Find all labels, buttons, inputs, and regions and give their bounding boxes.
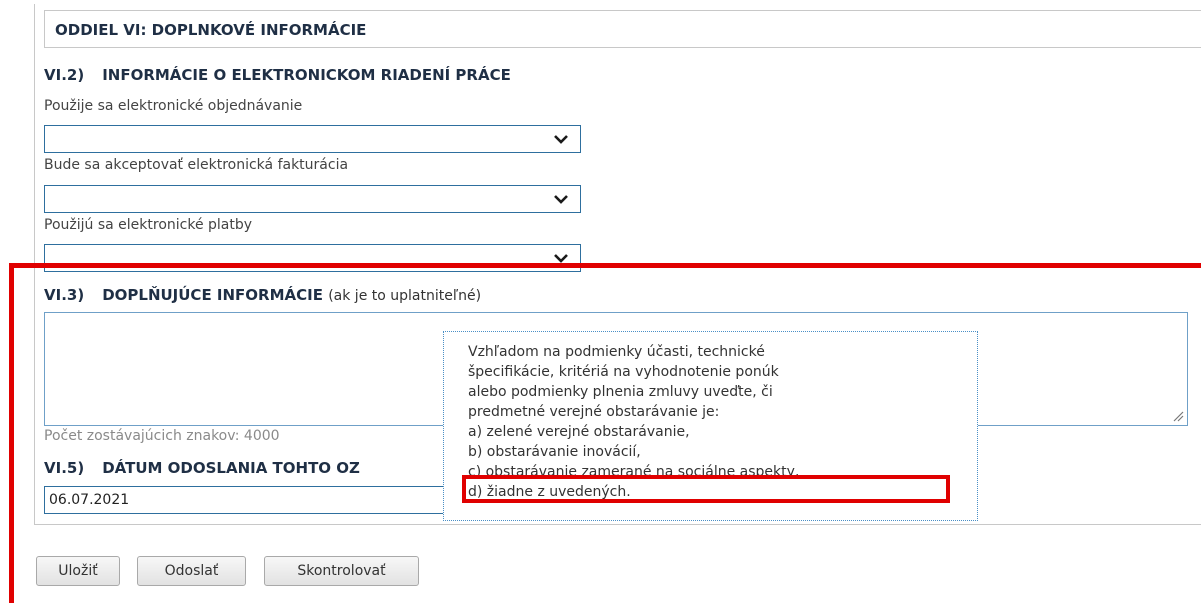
- tooltip-option-a: a) zelené verejné obstarávanie,: [468, 424, 690, 440]
- tooltip-option-d: d) žiadne z uvedených.: [468, 484, 631, 500]
- tooltip-line: špecifikácie, kritériá na vyhodnotenie p…: [468, 364, 779, 380]
- electronic-ordering-select[interactable]: [44, 125, 581, 153]
- help-tooltip: Vzhľadom na podmienky účasti, technické …: [443, 331, 978, 521]
- chevron-down-icon[interactable]: [554, 251, 568, 265]
- vi2-title: INFORMÁCIE O ELEKTRONICKOM RIADENÍ PRÁCE: [102, 66, 511, 84]
- vi2-number: VI.2): [44, 66, 85, 84]
- tooltip-option-c: c) obstarávanie zamerané na sociálne asp…: [468, 464, 800, 480]
- send-button[interactable]: Odoslať: [137, 556, 246, 586]
- electronic-invoicing-label: Bude sa akceptovať elektronická fakturác…: [44, 157, 349, 173]
- electronic-invoicing-select[interactable]: [44, 185, 581, 213]
- resize-grip-icon[interactable]: [1172, 410, 1184, 422]
- vi5-heading: VI.5) DÁTUM ODOSLANIA TOHTO OZ: [44, 459, 360, 477]
- vi3-note: (ak je to uplatniteľné): [328, 288, 482, 304]
- electronic-payments-select[interactable]: [44, 244, 581, 272]
- electronic-ordering-label: Použije sa elektronické objednávanie: [44, 98, 303, 114]
- tooltip-line: predmetné verejné obstarávanie je:: [468, 404, 720, 420]
- tooltip-option-b: b) obstarávanie inovácií,: [468, 444, 641, 460]
- save-button[interactable]: Uložiť: [36, 556, 120, 586]
- check-button[interactable]: Skontrolovať: [264, 556, 419, 586]
- dispatch-date-input[interactable]: 06.07.2021: [44, 486, 464, 514]
- vi5-number: VI.5): [44, 459, 85, 477]
- vi3-number: VI.3): [44, 286, 85, 304]
- chevron-down-icon[interactable]: [554, 132, 568, 146]
- vi3-heading: VI.3) DOPLŇUJÚCE INFORMÁCIE (ak je to upl…: [44, 286, 481, 304]
- section-header: ODDIEL VI: DOPLNKOVÉ INFORMÁCIE: [44, 10, 1201, 48]
- character-counter: Počet zostávajúcich znakov: 4000: [44, 428, 280, 444]
- vi3-title: DOPLŇUJÚCE INFORMÁCIE: [102, 286, 323, 304]
- chevron-down-icon[interactable]: [554, 192, 568, 206]
- electronic-payments-label: Použijú sa elektronické platby: [44, 217, 253, 233]
- tooltip-line: Vzhľadom na podmienky účasti, technické: [468, 344, 765, 360]
- vi5-title: DÁTUM ODOSLANIA TOHTO OZ: [102, 459, 360, 477]
- vi2-heading: VI.2) INFORMÁCIE O ELEKTRONICKOM RIADENÍ …: [44, 66, 511, 84]
- tooltip-line: alebo podmienky plnenia zmluvy uveďte, č…: [468, 384, 773, 400]
